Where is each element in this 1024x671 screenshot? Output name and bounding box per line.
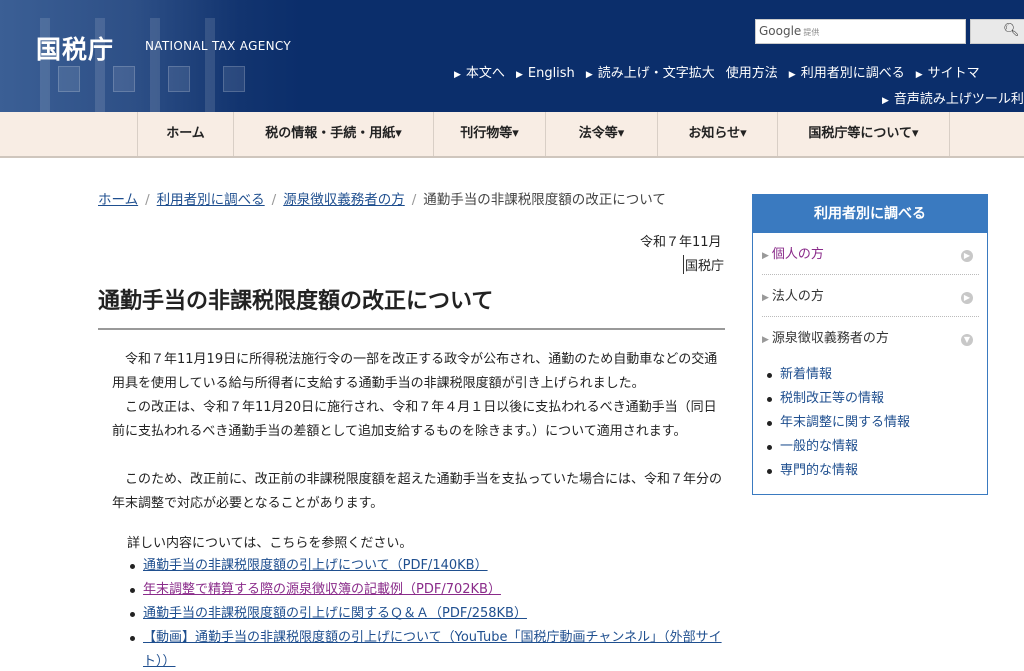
paragraph-year-end: このため、改正前に、改正前の非課税限度額を超えた通勤手当を支払っていた場合には、… — [112, 472, 722, 511]
triangle-right-icon: ▶ — [762, 293, 769, 303]
triangle-right-icon: ▶ — [515, 70, 523, 80]
list-item: 通勤手当の非課税限度額の引上げに関するＱ＆Ａ（PDF/258KB） — [128, 602, 728, 626]
link-pdf-overview[interactable]: 通勤手当の非課税限度額の引上げについて（PDF/140KB） — [143, 558, 488, 573]
nav-tax-info[interactable]: 税の情報・手続・用紙▾ — [233, 112, 433, 156]
expand-icon: ▶ — [961, 292, 973, 304]
triangle-right-icon: ▶ — [585, 70, 593, 80]
sidebar-item-individual[interactable]: ▶ 個人の方 ▶ — [762, 235, 979, 275]
search-input[interactable] — [756, 20, 965, 43]
list-item: 年末調整に関する情報 — [765, 411, 910, 435]
breadcrumb-separator: / — [411, 192, 417, 208]
sidebar-item-corporate[interactable]: ▶ 法人の方 ▶ — [762, 277, 979, 317]
related-links: 通勤手当の非課税限度額の引上げについて（PDF/140KB） 年末調整で精算する… — [128, 554, 728, 671]
expand-icon: ▶ — [961, 250, 973, 262]
link-by-user[interactable]: ▶ 利用者別に調べる — [789, 62, 905, 81]
nav-home[interactable]: ホーム — [137, 112, 233, 156]
sidebar-sub-professional[interactable]: 専門的な情報 — [780, 463, 858, 478]
nav-divider — [949, 112, 1024, 156]
triangle-right-icon: ▶ — [882, 96, 889, 106]
link-read-aloud[interactable]: ▶ 読み上げ・文字拡大 — [586, 62, 715, 81]
title-divider — [98, 328, 725, 330]
breadcrumb-home[interactable]: ホーム — [98, 192, 138, 208]
triangle-right-icon: ▶ — [454, 70, 461, 80]
paragraph-effective: この改正は、令和７年11月20日に施行され、令和７年４月１日以後に支払われるべき… — [112, 400, 717, 439]
link-skip-to-content[interactable]: ▶ 本文へ — [454, 62, 505, 81]
expand-icon: ▼ — [961, 334, 973, 346]
utility-links: ▶ 本文へ ▶ English ▶ 読み上げ・文字拡大 使用方法 ▶ 利用者別に調べる ▶ サイトマ — [454, 62, 991, 81]
list-item: 年末調整で精算する際の源泉徴収簿の記載例（PDF/702KB） — [128, 578, 728, 602]
breadcrumb-withholding[interactable]: 源泉徴収義務者の方 — [283, 192, 405, 208]
list-item: 【動画】通勤手当の非課税限度額の引上げについて（YouTube「国税庁動画チャン… — [128, 626, 728, 671]
list-item: 新着情報 — [765, 363, 910, 387]
sidebar-item-withholding[interactable]: ▶ 源泉徴収義務者の方 ▼ — [762, 319, 979, 359]
sidebar-item-label: 法人の方 — [771, 289, 824, 304]
link-english[interactable]: ▶ English — [516, 66, 575, 81]
link-sitemap[interactable]: ▶ サイトマ — [916, 62, 980, 81]
detail-intro: 詳しい内容については、こちらを参照ください。 — [127, 536, 413, 551]
list-item: 税制改正等の情報 — [765, 387, 910, 411]
paragraph-announcement: 令和７年11月19日に所得税法施行令の一部を改正する政令が公布され、通勤のため自… — [112, 352, 718, 391]
triangle-right-icon: ▶ — [788, 70, 796, 80]
sidebar-sub-general[interactable]: 一般的な情報 — [780, 439, 858, 454]
link-how-to-use[interactable]: 使用方法 — [726, 62, 778, 81]
list-item: 専門的な情報 — [765, 459, 910, 483]
link-pdf-example[interactable]: 年末調整で精算する際の源泉徴収簿の記載例（PDF/702KB） — [143, 582, 501, 597]
breadcrumb-by-user[interactable]: 利用者別に調べる — [157, 192, 265, 208]
triangle-right-icon: ▶ — [762, 251, 769, 261]
nav-publications[interactable]: 刊行物等▾ — [433, 112, 545, 156]
sidebar-sub-news[interactable]: 新着情報 — [780, 367, 832, 382]
page-title: 通勤手当の非課税限度額の改正について — [98, 289, 494, 314]
search-button[interactable]: 🔍︎ — [970, 19, 1024, 44]
breadcrumb-separator: / — [271, 192, 277, 208]
breadcrumb-separator: / — [145, 192, 150, 208]
sidebar-sub-year-end[interactable]: 年末調整に関する情報 — [780, 415, 910, 430]
nav-news[interactable]: お知らせ▾ — [657, 112, 777, 156]
site-logo-subtitle: NATIONAL TAX AGENCY — [145, 39, 291, 53]
sidebar-item-label: 源泉徴収義務者の方 — [771, 331, 889, 346]
article-date: 令和７年11月 — [640, 235, 722, 250]
triangle-right-icon: ▶ — [762, 335, 769, 345]
sidebar-item-label: 個人の方 — [771, 247, 824, 262]
list-item: 通勤手当の非課税限度額の引上げについて（PDF/140KB） — [128, 554, 728, 578]
sidebar: 利用者別に調べる ▶ 個人の方 ▶ ▶ 法人の方 ▶ ▶ 源泉徴収義務者の方 ▼ 新着… — [752, 194, 988, 495]
search-icon: 🔍︎ — [1003, 23, 1020, 38]
nav-laws[interactable]: 法令等▾ — [545, 112, 657, 156]
article-author: 国税庁 — [683, 255, 724, 274]
nav-about[interactable]: 国税庁等について▾ — [777, 112, 949, 156]
link-voice-tool[interactable]: ▶ 音声読み上げツール利 — [882, 88, 1024, 107]
list-item: 一般的な情報 — [765, 435, 910, 459]
site-logo[interactable]: 国税庁 — [36, 30, 114, 66]
breadcrumb-current: 通勤手当の非課税限度額の改正について — [423, 192, 666, 208]
breadcrumb: ホーム / 利用者別に調べる / 源泉徴収義務者の方 / 通勤手当の非課税限度額の改正につい… — [98, 188, 666, 208]
site-header: 国税庁 NATIONAL TAX AGENCY Google 提供 🔍︎ ▶ 本文へ… — [0, 0, 1024, 112]
sidebar-sub-list: 新着情報 税制改正等の情報 年末調整に関する情報 一般的な情報 専門的な情報 — [765, 363, 910, 483]
search-box[interactable]: Google 提供 — [755, 19, 966, 44]
link-video[interactable]: 【動画】通勤手当の非課税限度額の引上げについて（YouTube「国税庁動画チャン… — [143, 630, 722, 669]
global-nav: ホーム 税の情報・手続・用紙▾ 刊行物等▾ 法令等▾ お知らせ▾ 国税庁等につい… — [0, 112, 1024, 158]
triangle-right-icon: ▶ — [915, 70, 923, 80]
link-pdf-qa[interactable]: 通勤手当の非課税限度額の引上げに関するＱ＆Ａ（PDF/258KB） — [143, 606, 527, 621]
sidebar-title: 利用者別に調べる — [753, 195, 987, 233]
sidebar-sub-tax-reform[interactable]: 税制改正等の情報 — [780, 391, 884, 406]
